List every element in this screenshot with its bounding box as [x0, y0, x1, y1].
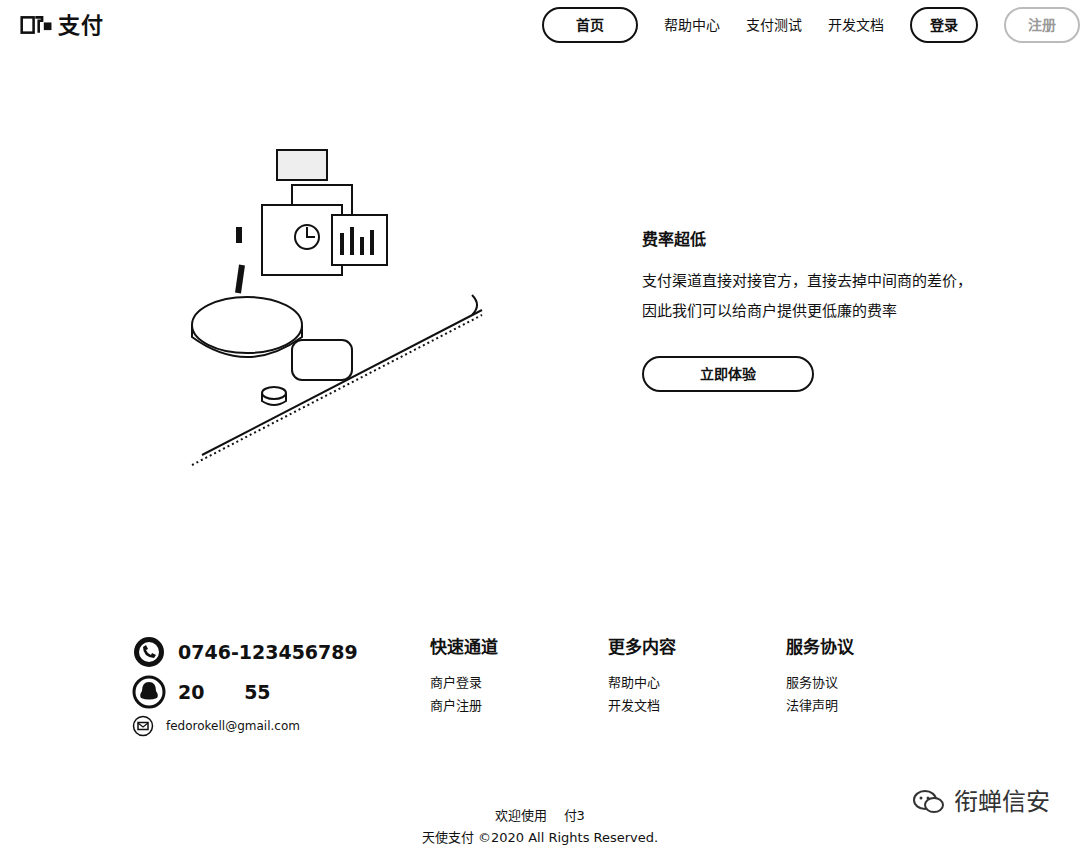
- phone-icon: [132, 635, 166, 669]
- footer-column-title: 更多内容: [608, 635, 786, 661]
- footer-link[interactable]: 商户注册: [430, 694, 608, 717]
- nav-button[interactable]: 首页: [542, 7, 638, 43]
- nav-button[interactable]: 注册: [1004, 7, 1080, 43]
- welcome-text: 欢迎使用 付3: [0, 805, 1080, 827]
- nav-link[interactable]: 支付测试: [746, 15, 802, 36]
- contact-item: fedorokell@gmail.com: [132, 715, 430, 737]
- footer-column-title: 快速通道: [430, 635, 608, 661]
- nav-link[interactable]: 开发文档: [828, 15, 884, 36]
- try-button[interactable]: 立即体验: [642, 356, 814, 392]
- payment-illustration-icon: [182, 145, 492, 475]
- hero-description: 支付渠道直接对接官方，直接去掉中间商的差价，因此我们可以给商户提供更低廉的费率: [642, 266, 982, 326]
- copyright-text: 天使支付 ©2020 All Rights Reserved.: [0, 827, 1080, 849]
- nav-link[interactable]: 帮助中心: [664, 15, 720, 36]
- footer-link[interactable]: 帮助中心: [608, 671, 786, 694]
- contact-item: 0746-123456789: [132, 635, 430, 669]
- contact-list: 0746-123456789 20 55 fedorokell@gmail.com: [132, 635, 430, 743]
- footer-column: 更多内容帮助中心开发文档: [608, 635, 786, 743]
- contact-item: 20 55: [132, 675, 430, 709]
- logo[interactable]: 支付: [20, 8, 104, 42]
- hero-text: 费率超低支付渠道直接对接官方，直接去掉中间商的差价，因此我们可以给商户提供更低廉…: [642, 228, 982, 392]
- email-icon: [132, 715, 154, 737]
- top-nav: 支付 首页 帮助中心 支付测试 开发文档 登录注册: [0, 0, 1080, 50]
- hero-title: 费率超低: [642, 228, 982, 252]
- wechat-icon: [912, 788, 946, 816]
- footer-link[interactable]: 开发文档: [608, 694, 786, 717]
- copyright-area: 欢迎使用 付3天使支付 ©2020 All Rights Reserved.: [0, 743, 1080, 849]
- footer-link[interactable]: 商户登录: [430, 671, 608, 694]
- footer-link[interactable]: 服务协议: [786, 671, 964, 694]
- qq-icon: [132, 675, 166, 709]
- footer: 0746-123456789 20 55 fedorokell@gmail.com 快…: [0, 475, 1080, 743]
- footer-column: 快速通道商户登录商户注册: [430, 635, 608, 743]
- footer-column-title: 服务协议: [786, 635, 964, 661]
- contact-text: 0746-123456789: [178, 638, 358, 667]
- footer-column: 服务协议服务协议法律声明: [786, 635, 964, 743]
- hero-section: 费率超低支付渠道直接对接官方，直接去掉中间商的差价，因此我们可以给商户提供更低廉…: [0, 50, 1080, 475]
- contact-text: fedorokell@gmail.com: [166, 717, 300, 735]
- nav-button[interactable]: 登录: [910, 7, 978, 43]
- footer-link[interactable]: 法律声明: [786, 694, 964, 717]
- contact-text: 20 55: [178, 678, 271, 707]
- logo-icon: [20, 8, 54, 42]
- watermark: 衔蝉信安: [912, 784, 1050, 820]
- nav-list: 首页 帮助中心 支付测试 开发文档 登录注册: [542, 7, 1080, 43]
